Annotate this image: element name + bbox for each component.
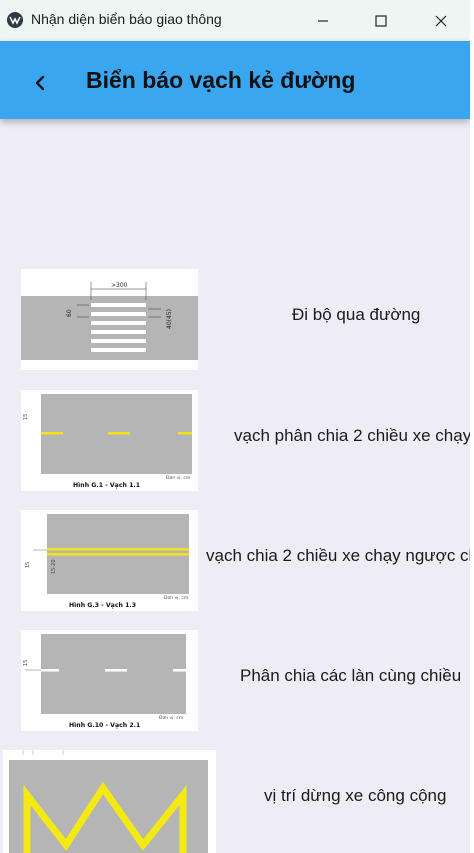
label-clip: vạch chia 2 chiều xe chạy ngược chiều xyxy=(206,543,470,573)
chevron-left-icon xyxy=(35,75,45,91)
close-icon xyxy=(435,15,447,26)
item-label: Phân chia các làn cùng chiều xyxy=(240,666,462,685)
list-item[interactable]: >300 60 40(45) Đi bộ qua đường xyxy=(0,269,470,370)
list-item[interactable]: vị trí dừng xe công cộng xyxy=(0,750,470,853)
double-line-image: 15 15-20 Hình G.3 - Vạch 1.3 Đơn vị: cm xyxy=(21,510,198,611)
item-label: Đi bộ qua đường xyxy=(292,305,421,324)
minimize-icon xyxy=(318,19,328,22)
back-button[interactable] xyxy=(24,67,56,99)
label-clip: vạch phân chia 2 chiều xe chạy xyxy=(234,423,470,453)
app-icon xyxy=(7,12,23,28)
minimize-button[interactable] xyxy=(294,0,352,41)
label-clip: Phân chia các làn cùng chiều xyxy=(240,663,470,693)
center-line-image: 15 Hình G.1 - Vạch 1.1 Đơn vị: cm xyxy=(21,390,198,491)
list-item[interactable]: 15 Hình G.10 - Vạch 2.1 Đơn vị: cm Phân … xyxy=(0,630,470,731)
item-label: vạch phân chia 2 chiều xe chạy xyxy=(234,426,470,445)
maximize-button[interactable] xyxy=(352,0,410,41)
item-label: vị trí dừng xe công cộng xyxy=(264,786,447,805)
app-bar: Biển báo vạch kẻ đường xyxy=(0,41,470,119)
item-label: vạch chia 2 chiều xe chạy ngược chiều xyxy=(206,546,470,565)
crosswalk-dim-width: >300 xyxy=(111,282,128,289)
bus-stop-image xyxy=(3,750,216,853)
crosswalk-dim-60: 60 xyxy=(66,309,73,317)
lane-line-image: 15 Hình G.10 - Vạch 2.1 Đơn vị: cm xyxy=(21,630,198,731)
figure-caption: Hình G.3 - Vạch 1.3 xyxy=(69,601,136,609)
unit-note: Đơn vị: cm xyxy=(166,475,190,481)
list-item[interactable]: 15 Hình G.1 - Vạch 1.1 Đơn vị: cm vạch p… xyxy=(0,390,470,491)
app-window: Nhận diện biển báo giao thông Biển báo v… xyxy=(0,0,471,853)
figure-caption: Hình G.1 - Vạch 1.1 xyxy=(73,481,140,489)
dim-label: 15 xyxy=(23,414,29,420)
crosswalk-image: >300 60 40(45) xyxy=(21,269,198,370)
window-title: Nhận diện biển báo giao thông xyxy=(31,11,222,27)
crosswalk-dim-40: 40(45) xyxy=(166,309,173,329)
unit-note: Đơn vị: cm xyxy=(159,715,183,721)
dim-label: 15 xyxy=(23,660,29,666)
dim-label-2: 15-20 xyxy=(51,559,57,574)
sign-list: >300 60 40(45) Đi bộ qua đường 15 Hình G… xyxy=(0,119,470,853)
background-window-edge xyxy=(470,0,474,853)
close-button[interactable] xyxy=(412,0,470,41)
window-titlebar: Nhận diện biển báo giao thông xyxy=(0,0,470,41)
maximize-icon xyxy=(375,14,387,27)
figure-caption: Hình G.10 - Vạch 2.1 xyxy=(69,721,140,729)
dim-label: 15 xyxy=(25,562,31,568)
page-title: Biển báo vạch kẻ đường xyxy=(86,67,356,93)
unit-note: Đơn vị: cm xyxy=(164,595,188,601)
list-item[interactable]: 15 15-20 Hình G.3 - Vạch 1.3 Đơn vị: cm … xyxy=(0,510,470,611)
